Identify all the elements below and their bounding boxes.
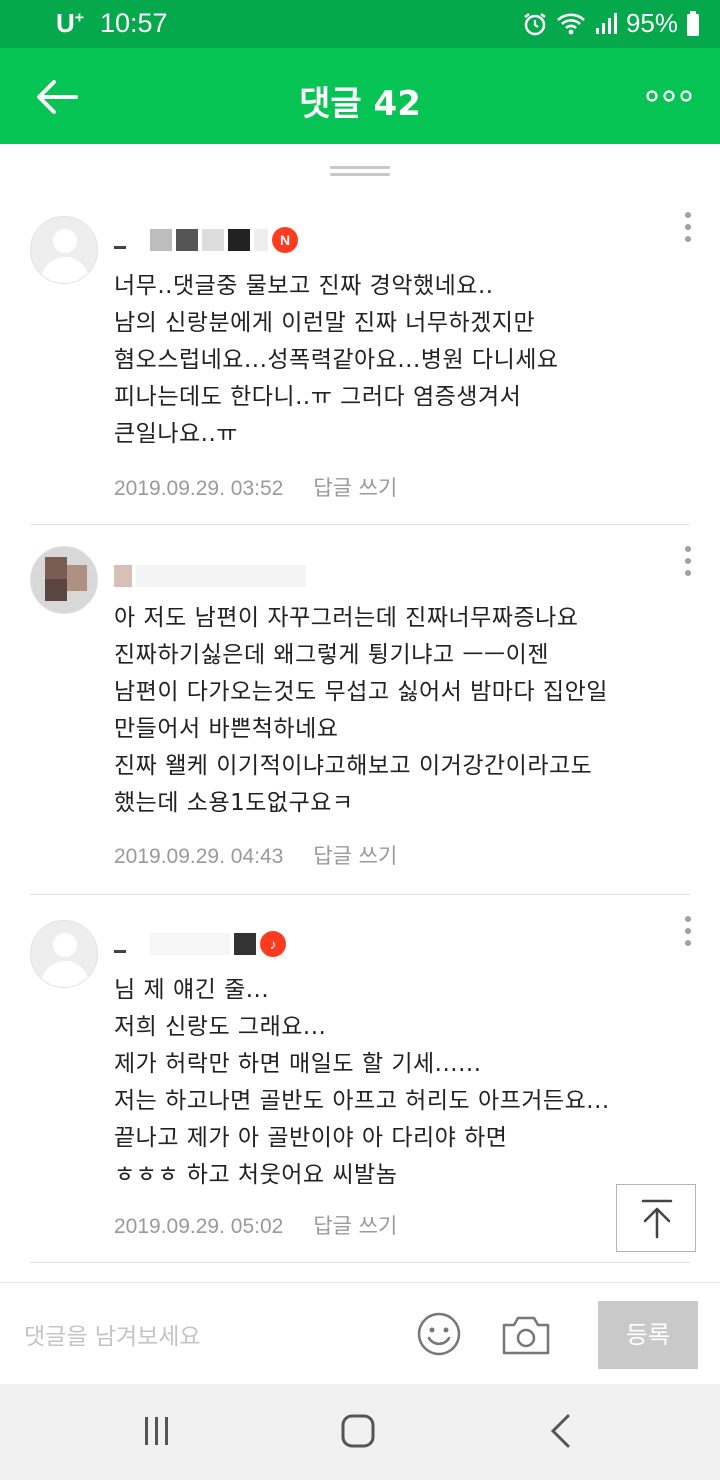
submit-button[interactable]: 등록 — [598, 1301, 698, 1369]
comment-meta: 2019.09.29. 05:02 답글 쓰기 — [114, 1210, 397, 1240]
status-bar: U+ 10:57 95% — [0, 0, 720, 48]
battery-percent: 95% — [625, 8, 678, 38]
avatar[interactable] — [30, 920, 98, 988]
comment-text: 님 제 얘긴 줄... 저희 신랑도 그래요... 제가 허락만 하면 매일도 … — [114, 977, 610, 1188]
home-icon[interactable] — [340, 1414, 376, 1448]
avatar[interactable] — [30, 216, 98, 284]
app-header: 댓글 42 — [0, 48, 720, 144]
comment-meta: 2019.09.29. 04:43 답글 쓰기 — [114, 840, 397, 870]
nickname-blurred[interactable]: N — [114, 226, 298, 254]
comment-input[interactable]: 댓글을 남겨보세요 — [24, 1317, 201, 1351]
avatar[interactable] — [30, 546, 98, 614]
reply-button[interactable]: 답글 쓰기 — [313, 844, 397, 868]
comment-text: 아 저도 남편이 자꾸그러는데 진짜너무짜증나요 진짜하기싫은데 왜그렇게 튕기… — [114, 605, 608, 816]
music-badge: ♪ — [260, 931, 286, 957]
arrow-up-icon — [641, 1199, 673, 1239]
divider — [30, 1262, 690, 1263]
wifi-icon — [557, 13, 585, 34]
status-icons: 95% — [522, 8, 700, 39]
reply-button[interactable]: 답글 쓰기 — [313, 1214, 397, 1238]
comment-text: 너무..댓글중 물보고 진짜 경악했네요.. 남의 신랑분에게 이런말 진짜 너… — [114, 273, 559, 447]
comment-menu-icon[interactable] — [682, 546, 694, 582]
signal-icon — [595, 12, 617, 34]
comment-date: 2019.09.29. 05:02 — [114, 1215, 284, 1238]
carrier-label: U+ — [56, 8, 85, 38]
system-nav-bar — [0, 1384, 720, 1480]
emoji-icon[interactable] — [416, 1311, 462, 1357]
reply-button[interactable]: 답글 쓰기 — [313, 476, 397, 500]
comment-menu-icon[interactable] — [682, 212, 694, 248]
alarm-icon — [524, 12, 546, 35]
camera-icon[interactable] — [500, 1313, 552, 1357]
new-badge: N — [272, 227, 298, 253]
more-options-icon[interactable] — [646, 86, 692, 106]
comment-input-bar: 댓글을 남겨보세요 등록 — [0, 1282, 720, 1384]
badge-partial-icon — [312, 564, 324, 588]
drag-handle[interactable] — [330, 166, 390, 178]
comment-menu-icon[interactable] — [682, 916, 694, 952]
scroll-to-top-button[interactable] — [616, 1184, 696, 1252]
divider — [30, 524, 690, 525]
divider — [30, 894, 690, 895]
comment-date: 2019.09.29. 03:52 — [114, 477, 284, 500]
nickname-blurred[interactable] — [114, 562, 326, 590]
recent-apps-icon[interactable] — [140, 1414, 174, 1448]
comment-meta: 2019.09.29. 03:52 답글 쓰기 — [114, 472, 397, 502]
page-title: 댓글 42 — [299, 84, 421, 124]
comment-date: 2019.09.29. 04:43 — [114, 845, 284, 868]
battery-icon — [687, 10, 699, 36]
clock: 10:57 — [100, 8, 168, 38]
nickname-blurred[interactable]: ♪ — [114, 930, 286, 958]
back-nav-icon[interactable] — [548, 1414, 574, 1448]
